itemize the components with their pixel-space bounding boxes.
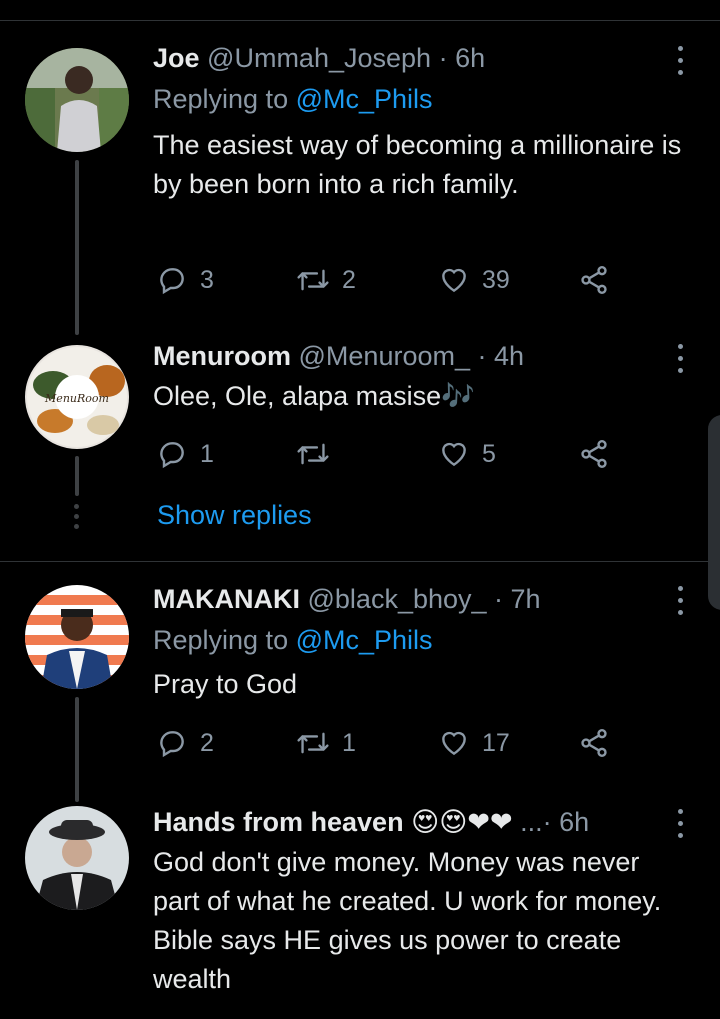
tweet-text: The easiest way of becoming a millionair…: [153, 130, 682, 199]
like-count: 39: [482, 265, 510, 294]
share-icon: [581, 440, 607, 468]
tweet-actions: 1 5: [153, 434, 623, 474]
retweet-button[interactable]: 1: [296, 723, 356, 763]
tweet-text: Pray to God: [153, 669, 298, 699]
display-name[interactable]: Menuroom: [153, 341, 291, 371]
retweet-count: 1: [342, 728, 356, 757]
retweet-button[interactable]: 2: [296, 260, 356, 300]
scroll-handle[interactable]: [708, 415, 720, 610]
avatar[interactable]: [25, 806, 129, 910]
avatar[interactable]: MenuRoom: [25, 345, 129, 449]
tweet-header: Menuroom @Menuroom_ · 4h: [153, 341, 524, 372]
tweet-joe[interactable]: Joe @Ummah_Joseph · 6h Replying to @Mc_P…: [0, 0, 720, 335]
avatar[interactable]: [25, 585, 129, 689]
reply-button[interactable]: 2: [156, 723, 214, 763]
replying-to: Replying to @Mc_Phils: [153, 625, 433, 656]
tweet-actions: 3 2 39: [153, 260, 623, 300]
more-icon[interactable]: [670, 584, 690, 618]
thread-line: [75, 697, 79, 802]
like-count: 5: [482, 439, 496, 468]
share-button[interactable]: [578, 260, 610, 300]
reply-icon: [160, 731, 184, 758]
reply-icon: [160, 442, 184, 469]
avatar[interactable]: [25, 48, 129, 152]
display-name[interactable]: Hands from heaven 😍😍❤❤: [153, 807, 513, 837]
thread-dots: [74, 504, 80, 534]
tweet-text: Olee, Ole, alapa masise🎶: [153, 381, 475, 411]
reply-button[interactable]: 3: [156, 260, 214, 300]
thread-line: [75, 456, 79, 496]
share-button[interactable]: [578, 723, 610, 763]
timestamp[interactable]: · 7h: [494, 584, 541, 614]
replying-prefix: Replying to: [153, 625, 296, 655]
show-replies-link[interactable]: Show replies: [157, 500, 312, 531]
like-button[interactable]: 39: [438, 260, 510, 300]
like-count: 17: [482, 728, 510, 757]
like-button[interactable]: 5: [438, 434, 496, 474]
user-handle[interactable]: @Ummah_Joseph: [207, 43, 431, 73]
share-icon: [581, 729, 607, 757]
share-button[interactable]: [578, 434, 610, 474]
retweet-icon: [297, 732, 329, 754]
reply-count: 1: [200, 439, 214, 468]
tweet-header: MAKANAKI @black_bhoy_ · 7h: [153, 584, 541, 615]
more-icon[interactable]: [670, 44, 690, 78]
avatar-logo-text: MenuRoom: [44, 392, 109, 405]
display-name[interactable]: MAKANAKI: [153, 584, 300, 614]
tweet-menuroom[interactable]: MenuRoom Menuroom @Menuroom_ · 4h Olee, …: [0, 330, 720, 560]
timestamp[interactable]: · 4h: [478, 341, 525, 371]
mention-link[interactable]: @Mc_Phils: [296, 84, 433, 114]
tweet-hands-from-heaven[interactable]: Hands from heaven 😍😍❤❤ ...· 6h God don't…: [0, 802, 720, 1019]
share-icon: [581, 266, 607, 294]
replying-to: Replying to @Mc_Phils: [153, 84, 433, 115]
reply-icon: [160, 268, 184, 295]
thread-line: [75, 160, 79, 335]
retweet-button[interactable]: [296, 434, 342, 474]
retweet-count: 2: [342, 265, 356, 294]
user-handle[interactable]: @black_bhoy_: [308, 584, 487, 614]
tweet-text: God don't give money. Money was never pa…: [153, 847, 662, 994]
retweet-icon: [297, 443, 329, 465]
timestamp[interactable]: · 6h: [543, 807, 590, 837]
retweet-icon: [297, 269, 329, 291]
reply-count: 2: [200, 728, 214, 757]
user-handle[interactable]: @Menuroom_: [299, 341, 470, 371]
replying-prefix: Replying to: [153, 84, 296, 114]
like-icon: [442, 442, 466, 467]
tweet-header: Hands from heaven 😍😍❤❤ ...· 6h: [153, 807, 589, 838]
tweet-header: Joe @Ummah_Joseph · 6h: [153, 43, 485, 74]
user-handle[interactable]: ...: [520, 807, 543, 837]
tweet-makanaki[interactable]: MAKANAKI @black_bhoy_ · 7h Replying to @…: [0, 562, 720, 802]
like-icon: [442, 268, 466, 293]
reply-button[interactable]: 1: [156, 434, 214, 474]
timestamp[interactable]: · 6h: [439, 43, 486, 73]
tweet-actions: 2 1 17: [153, 723, 623, 763]
mention-link[interactable]: @Mc_Phils: [296, 625, 433, 655]
like-button[interactable]: 17: [438, 723, 510, 763]
like-icon: [442, 731, 466, 756]
display-name[interactable]: Joe: [153, 43, 200, 73]
more-icon[interactable]: [670, 807, 690, 841]
reply-count: 3: [200, 265, 214, 294]
more-icon[interactable]: [670, 342, 690, 376]
